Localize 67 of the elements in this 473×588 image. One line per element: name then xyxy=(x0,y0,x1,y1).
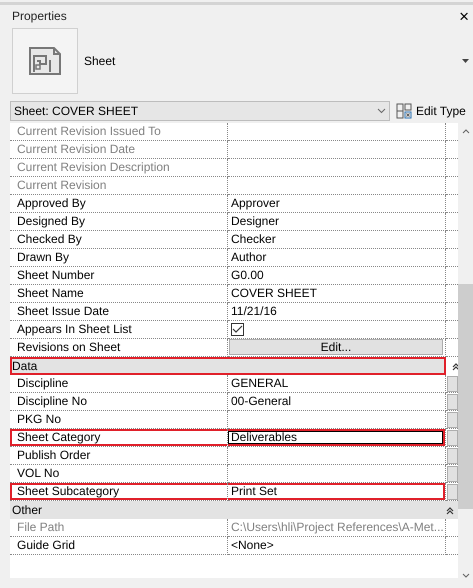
side-button[interactable] xyxy=(446,412,458,428)
chevron-down-icon xyxy=(377,108,386,114)
edit-type-button[interactable]: Edit Type xyxy=(396,102,466,120)
value-field[interactable] xyxy=(228,159,446,177)
section-title: Data xyxy=(12,358,38,374)
collapse-icon[interactable] xyxy=(452,362,460,370)
value-field[interactable]: Print Set xyxy=(228,483,446,501)
side-button[interactable] xyxy=(446,484,458,500)
property-label: Guide Grid xyxy=(10,537,228,555)
close-button[interactable]: × xyxy=(459,8,469,24)
value-field[interactable] xyxy=(228,411,446,429)
value-field[interactable]: Checker xyxy=(228,231,446,249)
property-label: Current Revision Description xyxy=(10,159,228,177)
section-header[interactable]: Other xyxy=(10,501,458,519)
property-label: Checked By xyxy=(10,231,228,249)
property-label: PKG No xyxy=(10,411,228,429)
panel-title: Properties xyxy=(12,8,67,25)
value-field[interactable]: Deliverables xyxy=(228,429,446,447)
side-button[interactable] xyxy=(446,376,458,392)
side-button[interactable] xyxy=(446,430,458,446)
grid-icon xyxy=(396,103,412,119)
value-field[interactable]: 00-General xyxy=(228,393,446,411)
property-label: Sheet Name xyxy=(10,285,228,303)
value-field[interactable]: Approver xyxy=(228,195,446,213)
property-label: Designed By xyxy=(10,213,228,231)
side-button[interactable] xyxy=(446,466,458,482)
type-thumbnail[interactable] xyxy=(12,28,78,94)
value-field[interactable]: Author xyxy=(228,249,446,267)
property-label: Current Revision xyxy=(10,177,228,195)
value-field[interactable]: COVER SHEET xyxy=(228,285,446,303)
value-field[interactable]: G0.00 xyxy=(228,267,446,285)
dropdown-caret-icon[interactable] xyxy=(462,59,469,63)
value-field[interactable]: <None> xyxy=(228,537,446,555)
scrollbar-thumb[interactable] xyxy=(458,284,473,509)
property-label: Current Revision Date xyxy=(10,141,228,159)
scroll-down-icon[interactable] xyxy=(462,573,470,578)
instance-dropdown[interactable]: Sheet: COVER SHEET xyxy=(10,101,390,121)
property-label: Discipline No xyxy=(10,393,228,411)
property-label: Drawn By xyxy=(10,249,228,267)
value-field[interactable]: 11/21/16 xyxy=(228,303,446,321)
property-label: Sheet Subcategory xyxy=(10,483,228,501)
sheet-icon xyxy=(28,46,62,76)
value-field[interactable]: Designer xyxy=(228,213,446,231)
value-field[interactable] xyxy=(228,123,446,141)
edit-button[interactable]: Edit... xyxy=(229,339,443,355)
type-name: Sheet xyxy=(84,53,116,70)
property-label: File Path xyxy=(10,519,228,537)
value-field[interactable] xyxy=(228,141,446,159)
property-label: Approved By xyxy=(10,195,228,213)
value-field[interactable]: GENERAL xyxy=(228,375,446,393)
section-title: Other xyxy=(12,502,42,518)
property-label: Sheet Category xyxy=(10,429,228,447)
property-label: Appears In Sheet List xyxy=(10,321,228,339)
collapse-icon[interactable] xyxy=(446,506,454,514)
side-button[interactable] xyxy=(446,448,458,464)
property-label: Current Revision Issued To xyxy=(10,123,228,141)
property-label: Publish Order xyxy=(10,447,228,465)
side-button[interactable] xyxy=(446,394,458,410)
checkbox[interactable] xyxy=(231,323,244,336)
property-label: Discipline xyxy=(10,375,228,393)
property-label: Sheet Issue Date xyxy=(10,303,228,321)
value-field[interactable] xyxy=(228,465,446,483)
value-field[interactable] xyxy=(228,447,446,465)
property-label: VOL No xyxy=(10,465,228,483)
scroll-up-icon[interactable] xyxy=(462,129,470,134)
value-field[interactable] xyxy=(228,177,446,195)
property-label: Sheet Number xyxy=(10,267,228,285)
